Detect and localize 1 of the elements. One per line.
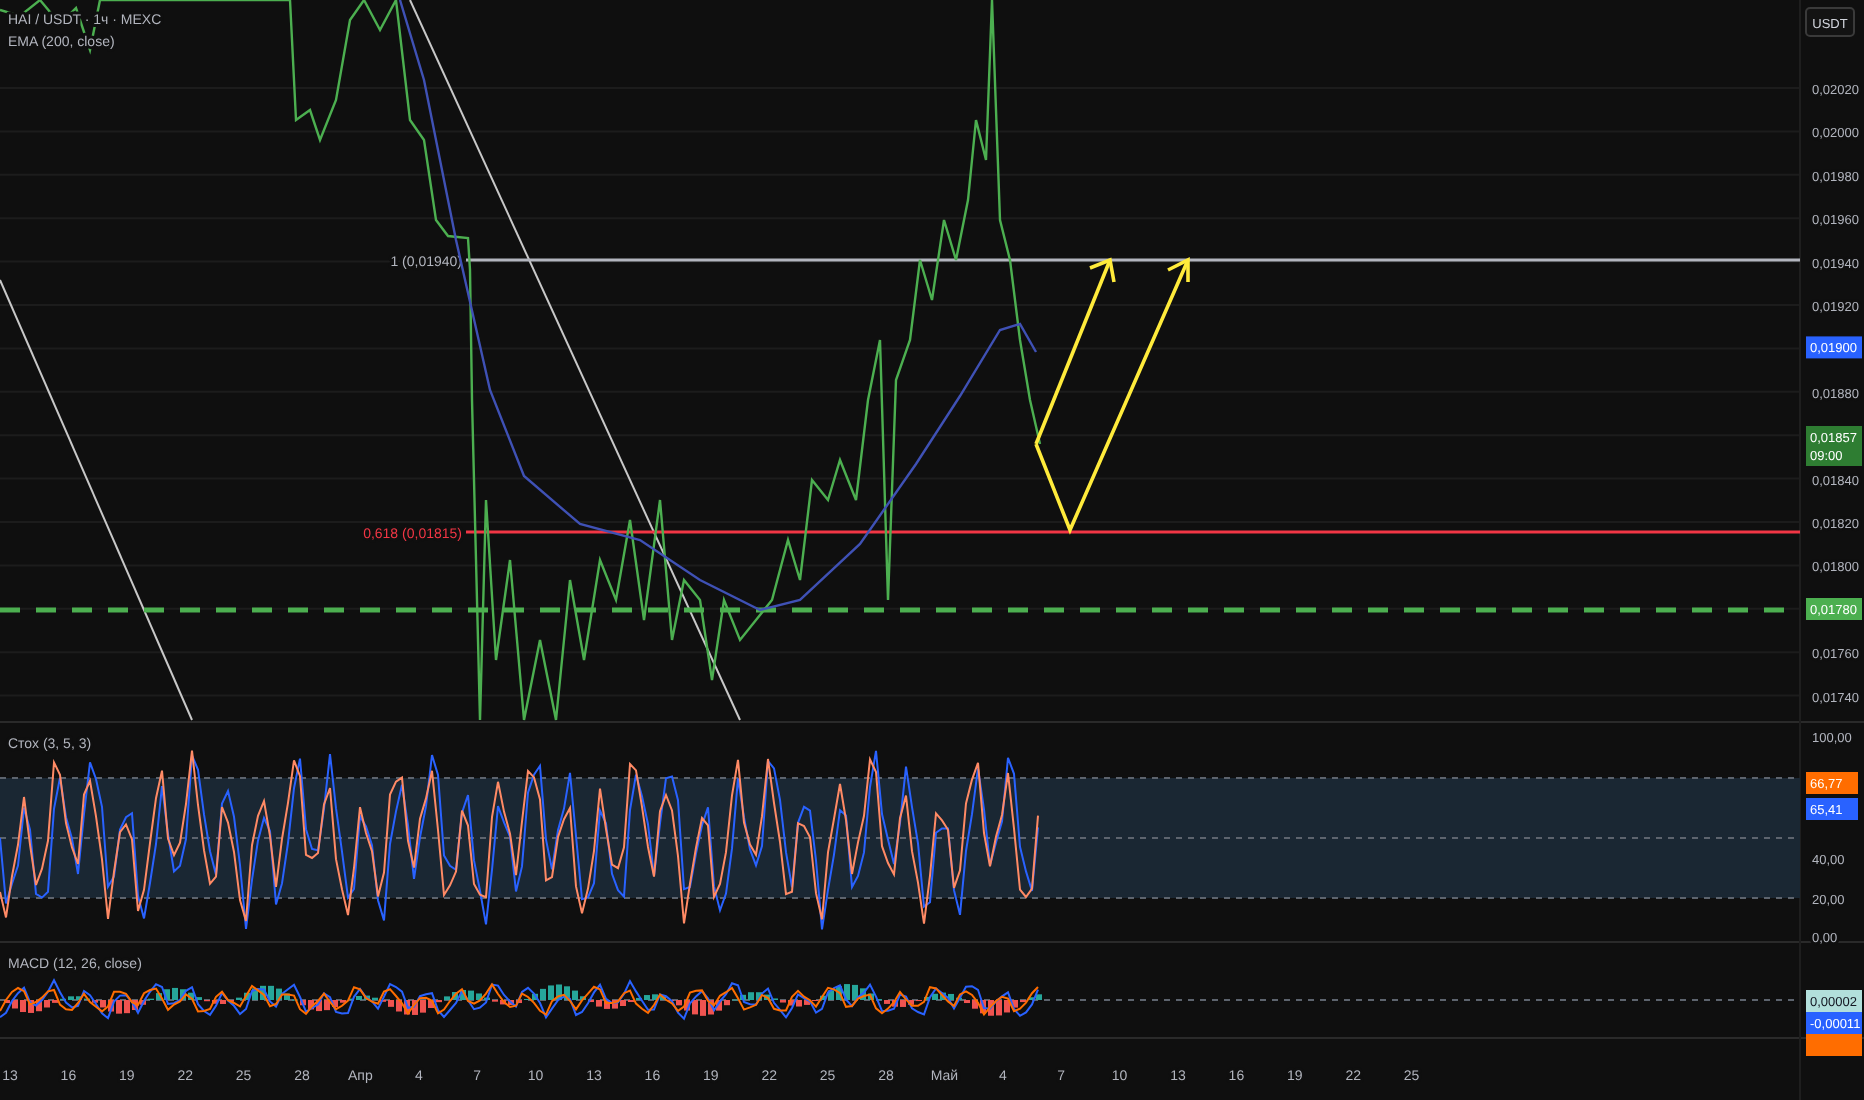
value-badge xyxy=(1806,1034,1862,1056)
